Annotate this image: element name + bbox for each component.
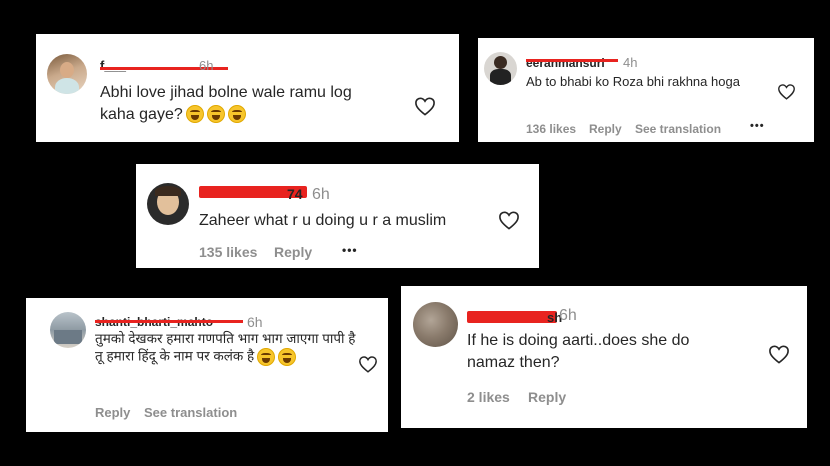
more-options-icon[interactable]: •••: [750, 120, 765, 132]
more-options-icon[interactable]: •••: [342, 243, 358, 257]
laughing-emoji-icon: [185, 105, 204, 124]
avatar[interactable]: [413, 302, 458, 347]
username[interactable]: 74: [287, 186, 303, 202]
reply-button[interactable]: Reply: [528, 389, 566, 405]
comment-card-4: shanti_bharti_mahto 6h तुमको देखकर हमारा…: [26, 298, 388, 432]
heart-icon[interactable]: [768, 344, 790, 364]
heart-icon[interactable]: [358, 355, 378, 373]
reply-button[interactable]: Reply: [95, 405, 130, 420]
avatar[interactable]: [484, 52, 517, 85]
avatar[interactable]: [50, 312, 86, 348]
reply-button[interactable]: Reply: [589, 122, 622, 136]
comment-card-5: sh 6h If he is doing aarti..does she do …: [401, 286, 807, 428]
timestamp: 4h: [623, 55, 638, 70]
avatar[interactable]: [147, 183, 189, 225]
timestamp: 6h: [312, 186, 330, 203]
laughing-emoji-icon: [257, 347, 276, 366]
collage-background: { "comments": [ { "username_visible": "f…: [0, 0, 830, 466]
comment-text: तुमको देखकर हमारा गणपति भाग भाग जाएगा पा…: [95, 331, 365, 366]
avatar[interactable]: [47, 54, 87, 94]
see-translation-button[interactable]: See translation: [144, 405, 237, 420]
timestamp: 6h: [199, 58, 214, 73]
heart-icon[interactable]: [498, 210, 520, 230]
comment-text: Ab to bhabi ko Roza bhi rakhna hoga: [526, 74, 740, 89]
heart-icon[interactable]: [414, 96, 436, 116]
comment-text: If he is doing aarti..does she do namaz …: [467, 332, 690, 371]
laughing-emoji-icon: [278, 347, 297, 366]
comment-card-2: eeranmansuri 4h Ab to bhabi ko Roza bhi …: [478, 38, 814, 142]
reply-button[interactable]: Reply: [274, 244, 312, 260]
comment-text-content: तुमको देखकर हमारा गणपति भाग भाग जाएगा पा…: [95, 331, 356, 364]
username-redaction: [95, 320, 243, 323]
comment-card-3: 74 6h Zaheer what r u doing u r a muslim…: [136, 164, 539, 268]
comment-text-content: Abhi love jihad bolne wale ramu log kaha…: [100, 84, 352, 123]
see-translation-button[interactable]: See translation: [635, 122, 721, 136]
comment-card-1: f___ 6h Abhi love jihad bolne wale ramu …: [36, 34, 459, 142]
username-redaction: [467, 311, 557, 323]
likes-count[interactable]: 135 likes: [199, 244, 257, 260]
username[interactable]: f___: [100, 58, 126, 73]
timestamp: 6h: [247, 314, 263, 330]
likes-count[interactable]: 136 likes: [526, 122, 576, 136]
username-redaction: [526, 59, 618, 62]
comment-text: Abhi love jihad bolne wale ramu log kaha…: [100, 82, 390, 125]
laughing-emoji-icon: [227, 105, 246, 124]
likes-count[interactable]: 2 likes: [467, 389, 510, 405]
timestamp: 6h: [559, 307, 577, 324]
laughing-emoji-icon: [206, 105, 225, 124]
heart-icon[interactable]: [777, 83, 796, 100]
comment-text: Zaheer what r u doing u r a muslim: [199, 212, 447, 229]
